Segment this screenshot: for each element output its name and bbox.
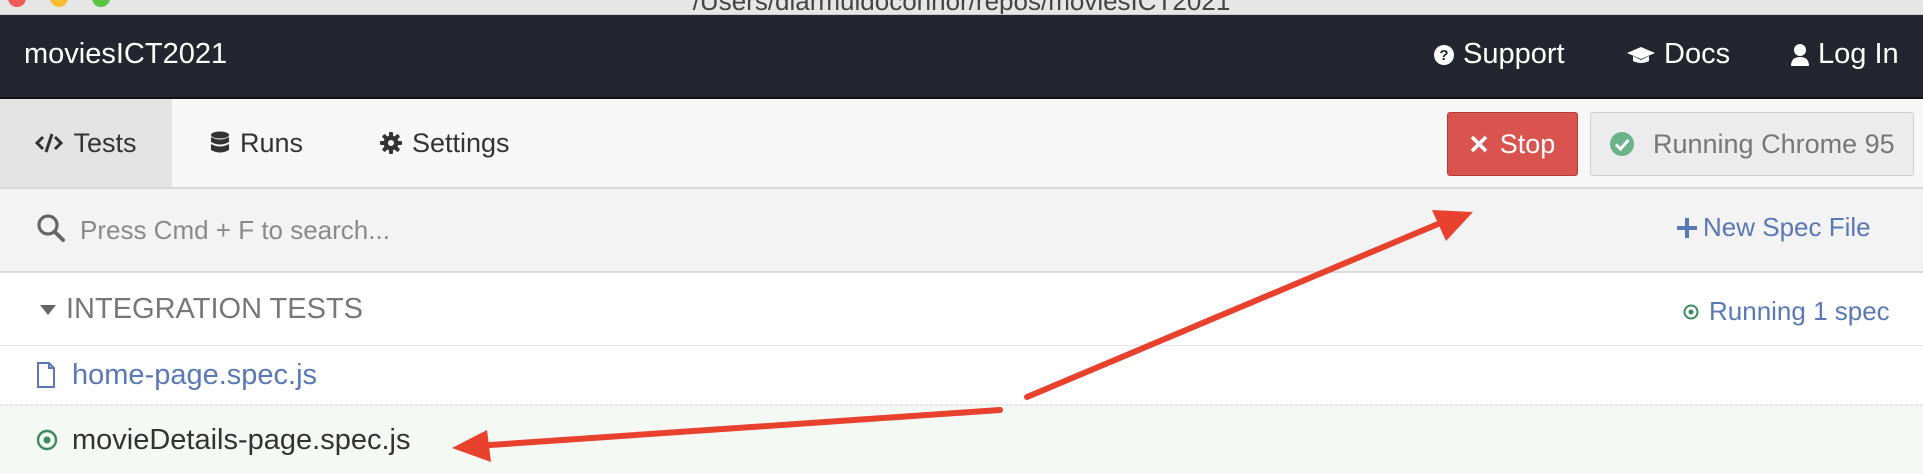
plus-icon (1677, 217, 1697, 238)
login-link[interactable]: Log In (1790, 38, 1899, 71)
stop-button[interactable]: Stop (1447, 112, 1578, 176)
main-toolbar: Tests Runs Settings Stop Running Chrome … (0, 99, 1923, 189)
tab-settings[interactable]: Settings (380, 99, 510, 187)
search-input[interactable] (80, 209, 980, 251)
tab-runs-label: Runs (240, 127, 304, 158)
project-name: moviesICT2021 (24, 38, 228, 70)
spec-file-name: home-page.spec.js (72, 358, 318, 391)
user-icon (1790, 43, 1810, 67)
tab-settings-label: Settings (412, 127, 510, 158)
database-icon (210, 131, 230, 155)
gear-icon (380, 132, 402, 154)
window-title: /Users/diarmuidoconnor/repos/moviesICT20… (692, 0, 1231, 15)
docs-label: Docs (1664, 38, 1731, 70)
browser-selector[interactable]: Running Chrome 95 (1590, 112, 1914, 176)
tab-runs[interactable]: Runs (210, 99, 303, 187)
integration-tests-toggle[interactable]: INTEGRATION TESTS (40, 293, 363, 326)
window-titlebar: /Users/diarmuidoconnor/repos/moviesICT20… (0, 0, 1923, 15)
login-label: Log In (1818, 38, 1899, 70)
dot-circle-icon (36, 429, 58, 451)
code-icon (35, 132, 64, 154)
spec-file-name: movieDetails-page.spec.js (72, 423, 411, 456)
search-icon (36, 213, 66, 248)
stop-label: Stop (1499, 128, 1556, 159)
docs-link[interactable]: Docs (1626, 38, 1730, 71)
graduation-cap-icon (1626, 44, 1656, 66)
new-spec-label: New Spec File (1703, 212, 1871, 242)
spec-file-row-running[interactable]: movieDetails-page.spec.js (0, 405, 1923, 474)
close-icon (1470, 135, 1488, 153)
file-icon (36, 362, 56, 388)
support-link[interactable]: ? Support (1433, 38, 1565, 71)
spec-file-row[interactable]: home-page.spec.js (0, 346, 1923, 405)
question-circle-icon: ? (1433, 44, 1455, 66)
svg-text:?: ? (1439, 47, 1448, 64)
check-circle-icon (1609, 131, 1635, 157)
tab-tests[interactable]: Tests (0, 99, 172, 187)
support-label: Support (1463, 38, 1565, 70)
browser-label: Running Chrome 95 (1653, 128, 1895, 159)
app-header: moviesICT2021 ? Support Docs Log In (0, 15, 1923, 99)
running-spec-status: Running 1 spec (1683, 296, 1890, 327)
tab-tests-label: Tests (73, 127, 137, 158)
section-title: INTEGRATION TESTS (66, 293, 364, 325)
caret-down-icon (40, 304, 56, 315)
running-spec-label: Running 1 spec (1709, 296, 1890, 326)
dot-circle-icon (1683, 304, 1699, 320)
new-spec-file-link[interactable]: New Spec File (1677, 212, 1871, 243)
search-bar: New Spec File (0, 189, 1923, 273)
integration-tests-section: INTEGRATION TESTS Running 1 spec (0, 273, 1923, 346)
